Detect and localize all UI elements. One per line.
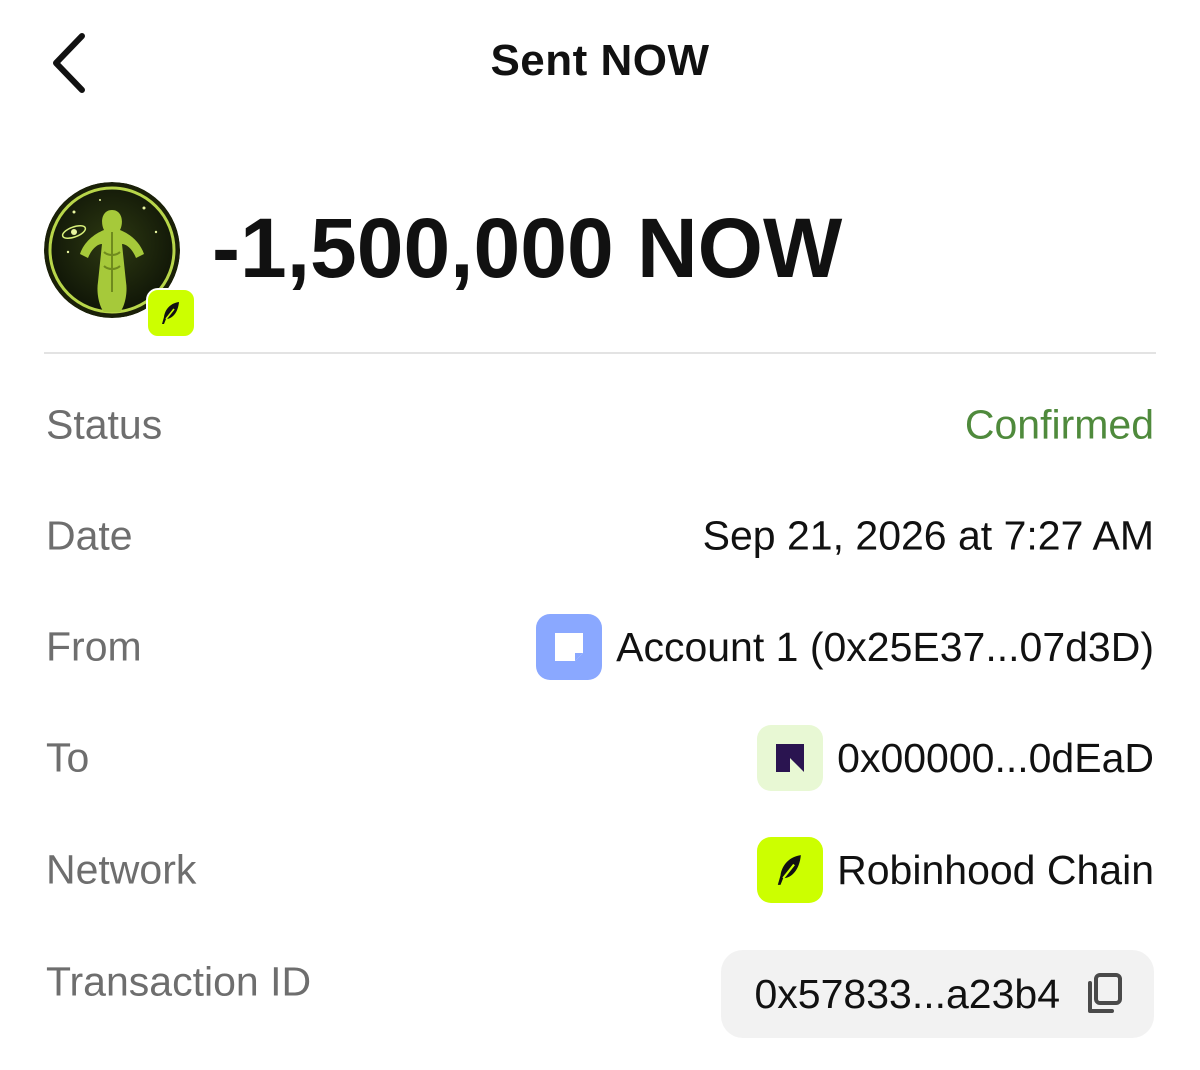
to-row: To 0x00000...0dEaD [46, 718, 1154, 798]
date-label: Date [46, 512, 133, 559]
account-icon [536, 614, 603, 680]
transaction-id-value: 0x57833...a23b4 [754, 970, 1061, 1017]
from-label: From [46, 623, 142, 670]
transaction-id-label: Transaction ID [46, 958, 312, 1005]
feather-icon [162, 302, 179, 324]
to-label: To [46, 734, 90, 781]
amount-row: -1,500,000 NOW [44, 182, 1156, 338]
copy-icon [1088, 973, 1122, 1013]
to-value: 0x00000...0dEaD [837, 734, 1154, 781]
network-value-container: Robinhood Chain [757, 837, 1154, 903]
date-value: Sep 21, 2026 at 7:27 AM [702, 512, 1154, 559]
header: Sent NOW [0, 0, 1200, 130]
status-value: Confirmed [964, 401, 1154, 448]
network-row: Network Robinhood Chain [46, 830, 1154, 910]
from-row: From Account 1 (0x25E37...07d3D) [46, 607, 1154, 687]
status-value-container: Confirmed [965, 402, 1154, 449]
page-title: Sent NOW [490, 36, 710, 85]
from-value-container[interactable]: Account 1 (0x25E37...07d3D) [536, 614, 1154, 680]
date-value-container: Sep 21, 2026 at 7:27 AM [703, 513, 1154, 560]
to-value-container[interactable]: 0x00000...0dEaD [757, 725, 1154, 791]
transaction-id-copy-button[interactable]: 0x57833...a23b4 [720, 950, 1154, 1038]
address-avatar-icon [757, 725, 824, 791]
feather-icon [757, 837, 824, 903]
divider [44, 352, 1156, 354]
date-row: Date Sep 21, 2026 at 7:27 AM [46, 496, 1154, 576]
status-row: Status Confirmed [46, 385, 1154, 465]
network-value: Robinhood Chain [837, 846, 1154, 893]
transaction-amount: -1,500,000 NOW [212, 201, 843, 295]
network-badge [146, 288, 196, 338]
network-label: Network [46, 846, 197, 893]
from-value: Account 1 (0x25E37...07d3D) [616, 623, 1154, 670]
transaction-id-row: Transaction ID 0x57833...a23b4 [46, 942, 1154, 1046]
status-label: Status [46, 401, 163, 448]
transaction-id-container: 0x57833...a23b4 [720, 950, 1154, 1038]
